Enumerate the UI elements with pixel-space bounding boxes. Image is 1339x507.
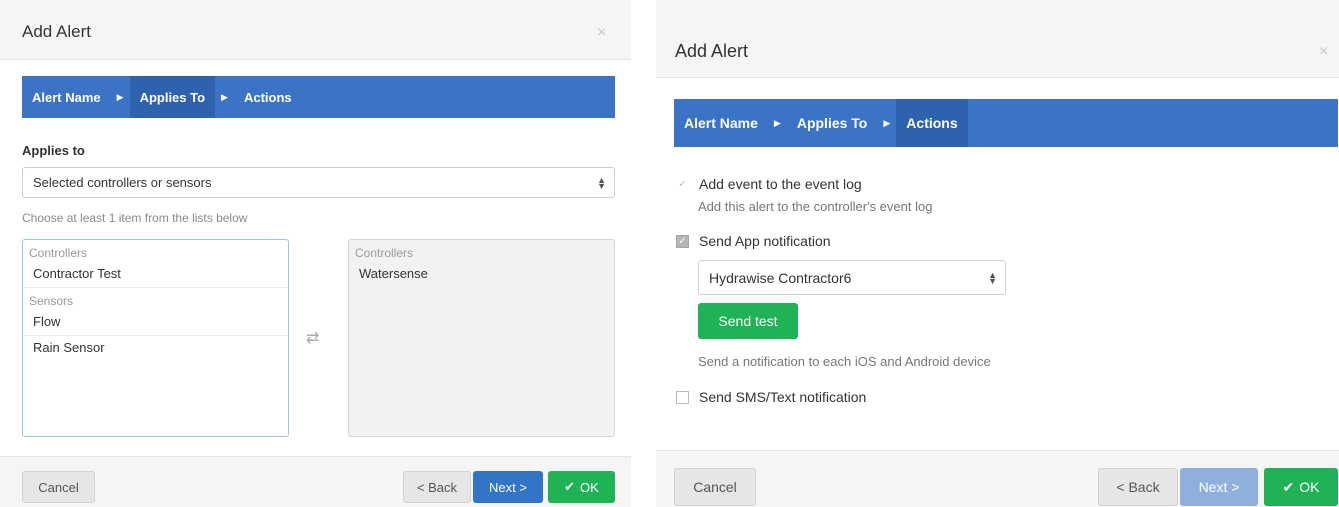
event-log-option[interactable]: ✓ Add event to the event log — [676, 176, 862, 192]
wizard-steps: Alert Name ▶ Applies To ▶ Actions — [22, 76, 615, 118]
select-caret-icon: ▲ ▼ — [597, 174, 606, 191]
app-notification-option[interactable]: ✓ Send App notification — [676, 233, 831, 249]
event-log-checkbox[interactable]: ✓ — [676, 178, 689, 191]
event-log-label: Add event to the event log — [699, 176, 862, 192]
chevron-right-icon: ▶ — [883, 117, 891, 128]
list-item[interactable]: Flow — [23, 310, 288, 336]
selected-items-list[interactable]: Controllers Watersense — [348, 239, 615, 437]
next-button[interactable]: Next > — [1180, 468, 1258, 506]
add-alert-dialog-applies-to: Add Alert × Alert Name ▶ Applies To ▶ Ac… — [0, 0, 631, 507]
ok-button[interactable]: ✔ OK — [548, 471, 615, 503]
app-notification-checkbox[interactable]: ✓ — [676, 234, 689, 248]
wizard-step-applies-to[interactable]: Applies To — [787, 99, 878, 147]
list-group-header: Sensors — [29, 294, 74, 308]
chevron-right-icon: ▶ — [221, 91, 228, 102]
sms-notification-checkbox[interactable] — [676, 390, 689, 404]
ok-button-label: OK — [580, 479, 599, 495]
wizard-step-actions[interactable]: Actions — [896, 99, 968, 147]
device-select[interactable]: Hydrawise Contractor6 ▲ ▼ — [698, 260, 1006, 295]
ok-button[interactable]: ✔ OK — [1264, 468, 1338, 506]
chevron-right-icon: ▶ — [116, 91, 124, 102]
send-test-button[interactable]: Send test — [698, 303, 798, 339]
list-item[interactable]: Contractor Test — [23, 262, 288, 288]
list-item[interactable]: Watersense — [349, 262, 614, 287]
event-log-description: Add this alert to the controller's event… — [698, 199, 933, 214]
wizard-step-actions[interactable]: Actions — [234, 76, 302, 118]
transfer-arrows-icon[interactable]: ⇄ — [306, 328, 319, 348]
wizard-steps: Alert Name ▶ Applies To ▶ Actions — [674, 99, 1338, 147]
add-alert-dialog-actions: Add Alert × Alert Name ▶ Applies To ▶ Ac… — [656, 0, 1339, 507]
cancel-button[interactable]: Cancel — [674, 468, 756, 506]
app-notification-label: Send App notification — [699, 233, 831, 249]
applies-to-select[interactable]: Selected controllers or sensors ▲ ▼ — [22, 167, 615, 198]
close-icon[interactable]: × — [597, 24, 606, 42]
next-button[interactable]: Next > — [473, 471, 543, 503]
modal-title: Add Alert — [675, 41, 749, 61]
back-button[interactable]: < Back — [1098, 468, 1178, 506]
chevron-right-icon: ▶ — [773, 117, 781, 128]
available-items-list[interactable]: Controllers Contractor Test Sensors Flow… — [22, 239, 289, 437]
applies-to-select-value: Selected controllers or sensors — [33, 175, 212, 190]
close-icon[interactable]: × — [1319, 43, 1328, 61]
back-button[interactable]: < Back — [403, 471, 471, 503]
modal-footer: Cancel < Back Next > ✔ OK — [0, 456, 631, 507]
wizard-step-alert-name[interactable]: Alert Name — [674, 99, 768, 147]
cancel-button[interactable]: Cancel — [22, 471, 95, 503]
wizard-step-alert-name[interactable]: Alert Name — [22, 76, 111, 118]
app-notification-description: Send a notification to each iOS and Andr… — [698, 354, 991, 369]
sms-notification-option[interactable]: Send SMS/Text notification — [676, 389, 866, 405]
modal-header: Add Alert × — [656, 0, 1339, 78]
sms-notification-label: Send SMS/Text notification — [699, 389, 867, 405]
list-group-header: Controllers — [29, 246, 88, 260]
select-caret-icon: ▲ ▼ — [988, 269, 997, 286]
modal-footer: Cancel < Back Next > ✔ OK — [656, 450, 1339, 507]
modal-header: Add Alert × — [0, 0, 631, 60]
help-text: Choose at least 1 item from the lists be… — [22, 211, 248, 225]
applies-to-label: Applies to — [22, 143, 85, 158]
wizard-step-applies-to[interactable]: Applies To — [129, 76, 216, 118]
check-icon: ✔ — [564, 479, 576, 494]
modal-title: Add Alert — [22, 22, 91, 41]
check-icon: ✔ — [1282, 478, 1295, 495]
list-group-header: Controllers — [355, 246, 414, 260]
list-item[interactable]: Rain Sensor — [23, 336, 288, 361]
device-select-value: Hydrawise Contractor6 — [709, 269, 852, 286]
ok-button-label: OK — [1299, 479, 1320, 495]
